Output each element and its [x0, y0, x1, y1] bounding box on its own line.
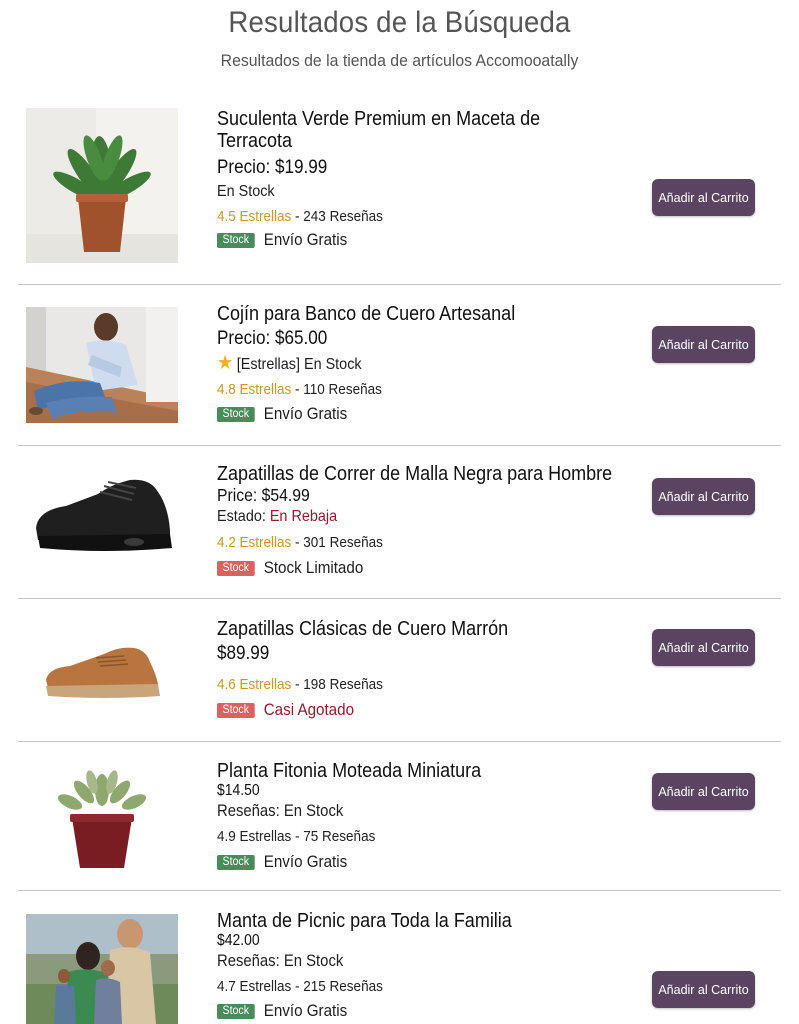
- stock-badge: Stock: [217, 233, 255, 248]
- product-rating: 4.8 Estrellas - 110 Reseñas: [217, 379, 604, 401]
- shipping-text: Casi Agotado: [263, 701, 355, 719]
- page-subtitle: Resultados de la tienda de artículos Acc…: [220, 51, 579, 70]
- shipping-text: Envío Gratis: [263, 1002, 348, 1020]
- stock-badge: Stock: [217, 703, 255, 718]
- product-image-succulent[interactable]: [26, 108, 178, 263]
- product-title[interactable]: Manta de Picnic para Toda la Familia: [217, 910, 604, 932]
- product-title-cont[interactable]: Terracota: [217, 130, 604, 152]
- stock-badge: Stock: [217, 407, 255, 422]
- product-price: $14.50: [217, 782, 260, 799]
- shipping-row: Stock Envío Gratis: [217, 1002, 613, 1021]
- product-title[interactable]: Suculenta Verde Premium en Maceta de: [217, 108, 604, 130]
- add-to-cart-button[interactable]: Añadir al Carrito: [652, 971, 755, 1008]
- product-info-2: Cojín para Banco de Cuero Artesanal Prec…: [217, 303, 647, 424]
- product-status: Estado: En Rebaja: [217, 506, 604, 528]
- product-image-fittonia[interactable]: [26, 762, 178, 872]
- product-image-man[interactable]: [26, 307, 178, 423]
- add-to-cart-button[interactable]: Añadir al Carrito: [652, 179, 755, 216]
- product-price: Precio: $65.00: [217, 328, 328, 349]
- stock-badge: Stock: [217, 1004, 255, 1019]
- add-to-cart-button[interactable]: Añadir al Carrito: [652, 478, 755, 515]
- product-status: Reseñas: En Stock: [217, 802, 344, 820]
- review-count: - 301 Reseñas: [291, 534, 383, 551]
- product-info-3: Zapatillas de Correr de Malla Negra para…: [217, 463, 647, 578]
- shipping-row: Stock Stock Limitado: [217, 559, 613, 578]
- shipping-row: Stock Envío Gratis: [217, 853, 613, 872]
- product-info-4: Zapatillas Clásicas de Cuero Marrón $89.…: [217, 618, 647, 720]
- review-count: - 198 Reseñas: [291, 676, 383, 693]
- product-price: Price: $54.99: [217, 485, 310, 505]
- shipping-row: Stock Envío Gratis: [217, 405, 613, 424]
- product-price: $89.99: [217, 643, 270, 664]
- divider: [18, 284, 781, 285]
- divider: [18, 598, 781, 599]
- rating-value: 4.5 Estrellas: [217, 208, 292, 225]
- product-title[interactable]: Zapatillas Clásicas de Cuero Marrón: [217, 618, 604, 640]
- product-status: En Stock: [217, 183, 275, 200]
- status-value: En Rebaja: [269, 508, 338, 525]
- status-text: [Estrellas] En Stock: [236, 356, 362, 373]
- product-title[interactable]: Zapatillas de Correr de Malla Negra para…: [217, 463, 612, 485]
- rating-value: 4.8 Estrellas: [217, 381, 292, 398]
- rating-value: 4.2 Estrellas: [217, 534, 292, 551]
- product-image-black-shoe[interactable]: [26, 470, 178, 562]
- shipping-row: Stock Casi Agotado: [217, 701, 613, 720]
- add-to-cart-button[interactable]: Añadir al Carrito: [652, 773, 755, 810]
- product-info-1: Suculenta Verde Premium en Maceta de Ter…: [217, 108, 647, 250]
- product-rating: 4.2 Estrellas - 301 Reseñas: [217, 532, 604, 554]
- product-title[interactable]: Planta Fitonia Moteada Miniatura: [217, 760, 604, 782]
- product-status: ★ [Estrellas] En Stock: [217, 352, 604, 376]
- shipping-text: Stock Limitado: [263, 559, 364, 577]
- add-to-cart-button[interactable]: Añadir al Carrito: [652, 629, 755, 666]
- product-rating: 4.5 Estrellas - 243 Reseñas: [217, 206, 604, 228]
- product-image-brown-sneaker[interactable]: [26, 640, 178, 704]
- add-to-cart-button[interactable]: Añadir al Carrito: [652, 326, 755, 363]
- product-info-6: Manta de Picnic para Toda la Familia $42…: [217, 910, 647, 1021]
- shipping-row: Stock Envío Gratis: [217, 231, 613, 250]
- divider: [18, 741, 781, 742]
- product-rating: 4.6 Estrellas - 198 Reseñas: [217, 674, 604, 696]
- shipping-text: Envío Gratis: [263, 231, 348, 249]
- page-title: Resultados de la Búsqueda: [228, 6, 571, 39]
- divider: [18, 890, 781, 891]
- stock-badge: Stock: [217, 855, 255, 870]
- shipping-text: Envío Gratis: [263, 853, 348, 871]
- product-title[interactable]: Cojín para Banco de Cuero Artesanal: [217, 303, 604, 325]
- divider: [18, 445, 781, 446]
- review-count: - 110 Reseñas: [291, 381, 382, 398]
- product-price: $42.00: [217, 932, 260, 949]
- status-label: Estado:: [217, 508, 270, 525]
- star-icon: ★: [217, 352, 234, 374]
- stock-badge: Stock: [217, 561, 255, 576]
- rating-value: 4.6 Estrellas: [217, 676, 292, 693]
- shipping-text: Envío Gratis: [263, 405, 348, 423]
- review-count: - 243 Reseñas: [291, 208, 383, 225]
- product-image-family[interactable]: [26, 914, 178, 1024]
- product-info-5: Planta Fitonia Moteada Miniatura $14.50 …: [217, 760, 647, 872]
- product-price: Precio: $19.99: [217, 157, 328, 178]
- product-rating: 4.9 Estrellas - 75 Reseñas: [217, 828, 376, 845]
- product-status: Reseñas: En Stock: [217, 952, 344, 970]
- product-rating: 4.7 Estrellas - 215 Reseñas: [217, 978, 383, 995]
